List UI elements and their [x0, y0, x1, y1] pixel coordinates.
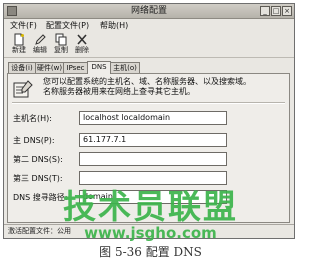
- new-button-label: 新建: [12, 46, 26, 54]
- status-bar: 激活配置文件：公用: [4, 224, 294, 238]
- copy-icon: [55, 33, 67, 46]
- edit-button-label: 编辑: [33, 46, 47, 54]
- secondary-dns-row: 第二 DNS(S):: [8, 152, 289, 167]
- screenshot-page: 网络配置 _ □ × 文件(F) 配置文件(P) 帮助(H) 新建 编辑 复制 …: [0, 0, 301, 264]
- tab-ipsec[interactable]: IPsec: [63, 62, 88, 73]
- hostname-row: 主机名(H): localhost localdomain: [8, 111, 289, 126]
- close-button[interactable]: ×: [282, 6, 292, 16]
- dns-search-path-row: DNS 搜寻路径: domain: [8, 190, 289, 205]
- menu-profile[interactable]: 配置文件(P): [46, 19, 89, 32]
- hostname-label: 主机名(H):: [13, 114, 52, 123]
- dns-search-path-label: DNS 搜寻路径:: [13, 193, 68, 202]
- panel-separator: [12, 102, 285, 104]
- dns-search-path-field[interactable]: domain: [79, 190, 227, 204]
- copy-button[interactable]: 复制: [51, 33, 71, 57]
- figure-caption: 图 5-36 配置 DNS: [99, 245, 202, 259]
- dns-description-line2: 名称服务器被用来在网络上查寻其它主机。: [43, 87, 195, 96]
- tertiary-dns-field[interactable]: [79, 171, 227, 185]
- primary-dns-label: 主 DNS(P):: [13, 136, 55, 145]
- network-config-window: 网络配置 _ □ × 文件(F) 配置文件(P) 帮助(H) 新建 编辑 复制 …: [3, 3, 295, 239]
- window-title: 网络配置: [130, 6, 167, 16]
- menu-file[interactable]: 文件(F): [10, 19, 37, 32]
- tab-strip: 设备(i) 硬件(w) IPsec DNS 主机(o): [8, 61, 288, 74]
- delete-icon: [77, 34, 87, 45]
- menu-bar: 文件(F) 配置文件(P) 帮助(H): [4, 19, 294, 32]
- maximize-button[interactable]: □: [271, 6, 281, 16]
- new-icon: [14, 33, 24, 46]
- new-button[interactable]: 新建: [9, 33, 29, 57]
- tab-hosts[interactable]: 主机(o): [110, 62, 140, 73]
- tertiary-dns-label: 第三 DNS(T):: [13, 174, 63, 183]
- tab-dns[interactable]: DNS: [87, 61, 111, 74]
- dns-description-line1: 您可以配置系统的主机名、域、名称服务器、以及搜索域。: [43, 77, 251, 86]
- tertiary-dns-row: 第三 DNS(T):: [8, 171, 289, 186]
- edit-icon: [35, 34, 46, 45]
- copy-button-label: 复制: [54, 46, 68, 54]
- toolbar: 新建 编辑 复制 删除: [4, 32, 294, 58]
- network-info-icon: [13, 80, 33, 98]
- edit-button[interactable]: 编辑: [30, 33, 50, 57]
- delete-button-label: 删除: [75, 46, 89, 54]
- minimize-button[interactable]: _: [260, 6, 270, 16]
- primary-dns-row: 主 DNS(P): 61.177.7.1: [8, 133, 289, 148]
- tab-devices[interactable]: 设备(i): [8, 62, 36, 73]
- tab-hardware[interactable]: 硬件(w): [35, 62, 64, 73]
- title-bar: 网络配置 _ □ ×: [4, 4, 294, 19]
- dns-panel: 您可以配置系统的主机名、域、名称服务器、以及搜索域。 名称服务器被用来在网络上查…: [7, 73, 290, 223]
- delete-button[interactable]: 删除: [72, 33, 92, 57]
- secondary-dns-label: 第二 DNS(S):: [13, 155, 63, 164]
- dns-description: 您可以配置系统的主机名、域、名称服务器、以及搜索域。 名称服务器被用来在网络上查…: [43, 77, 283, 97]
- primary-dns-field[interactable]: 61.177.7.1: [79, 133, 227, 147]
- menu-help[interactable]: 帮助(H): [100, 19, 128, 32]
- secondary-dns-field[interactable]: [79, 152, 227, 166]
- hostname-field[interactable]: localhost localdomain: [79, 111, 227, 125]
